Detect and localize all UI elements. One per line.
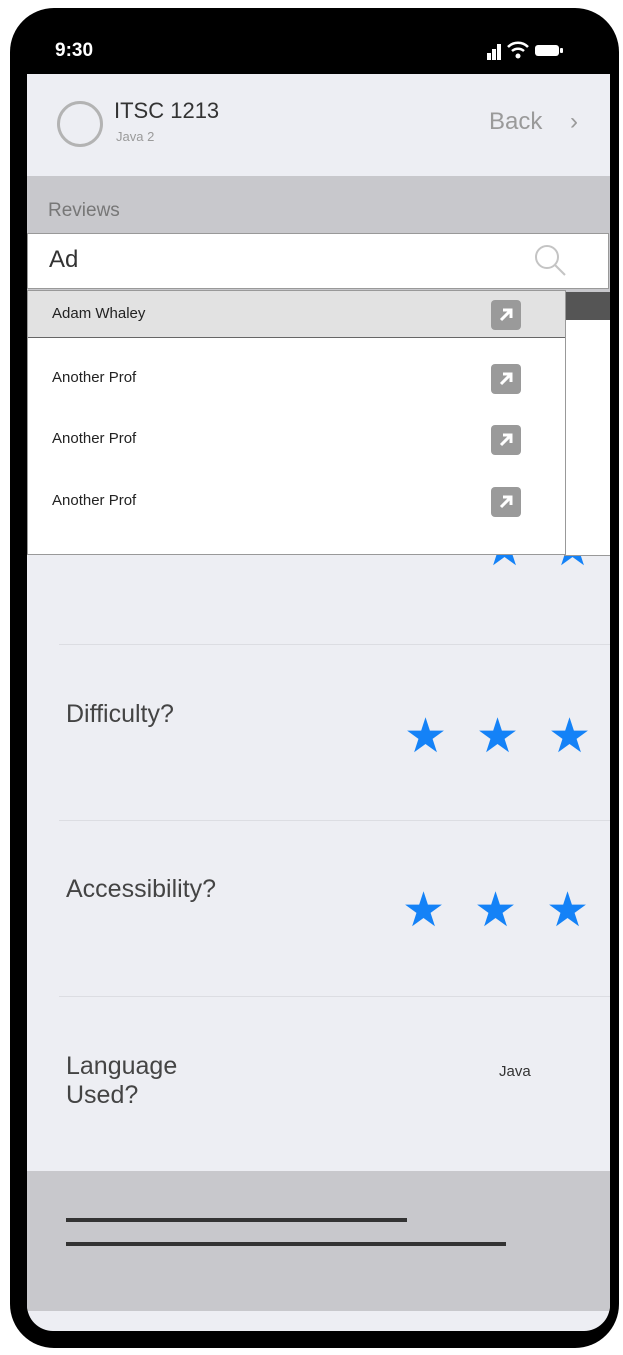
divider — [59, 820, 610, 821]
dropdown-scrollbar[interactable] — [564, 292, 610, 320]
course-subtitle: Java 2 — [116, 129, 155, 144]
app-screen: ITSC 1213 Java 2 Back › Reviews ★ ★ Diff… — [27, 74, 610, 1331]
external-link-icon[interactable] — [491, 300, 521, 330]
status-time: 9:30 — [55, 40, 94, 61]
course-avatar — [57, 101, 103, 147]
chevron-right-icon[interactable]: › — [570, 108, 578, 136]
back-button[interactable]: Back — [489, 108, 542, 136]
footer-line — [66, 1218, 407, 1222]
star-icon[interactable]: ★ — [546, 887, 589, 935]
external-link-icon[interactable] — [491, 364, 521, 394]
rating-label-difficulty: Difficulty? — [66, 700, 174, 728]
language-label-line1: Language — [66, 1052, 178, 1080]
language-label-line2: Used? — [66, 1081, 139, 1109]
star-icon[interactable]: ★ — [476, 713, 519, 761]
external-link-icon[interactable] — [491, 425, 521, 455]
star-icon[interactable]: ★ — [402, 887, 445, 935]
dropdown-item-label: Adam Whaley — [52, 305, 146, 322]
wifi-icon — [507, 41, 529, 59]
dropdown-item-label: Another Prof — [52, 369, 137, 386]
divider — [59, 996, 610, 997]
search-input[interactable] — [49, 246, 509, 274]
external-link-icon[interactable] — [491, 487, 521, 517]
divider — [59, 644, 610, 645]
dropdown-item-label: Another Prof — [52, 492, 137, 509]
dropdown-item-label: Another Prof — [52, 430, 137, 447]
search-bar[interactable] — [27, 233, 609, 289]
dropdown-item[interactable]: Another Prof — [28, 416, 565, 462]
dropdown-side-panel — [564, 320, 610, 556]
rating-label-accessibility: Accessibility? — [66, 875, 217, 903]
footer-line — [66, 1242, 506, 1246]
language-label: Language Used? — [66, 1052, 177, 1110]
star-icon[interactable]: ★ — [474, 887, 517, 935]
dropdown-item[interactable]: Adam Whaley — [28, 291, 565, 338]
star-icon[interactable]: ★ — [404, 713, 447, 761]
star-icon[interactable]: ★ — [548, 713, 591, 761]
dropdown-item[interactable]: Another Prof — [28, 478, 565, 524]
reviews-label: Reviews — [48, 200, 120, 221]
search-icon[interactable] — [531, 243, 571, 279]
language-value[interactable]: Java — [499, 1063, 531, 1080]
battery-icon — [535, 45, 559, 56]
course-title: ITSC 1213 — [114, 98, 220, 123]
header: ITSC 1213 Java 2 Back › — [27, 74, 610, 176]
footer-bar — [27, 1171, 610, 1311]
autocomplete-dropdown: Adam Whaley Another Prof Another Prof An… — [27, 290, 566, 555]
dropdown-item[interactable]: Another Prof — [28, 355, 565, 401]
